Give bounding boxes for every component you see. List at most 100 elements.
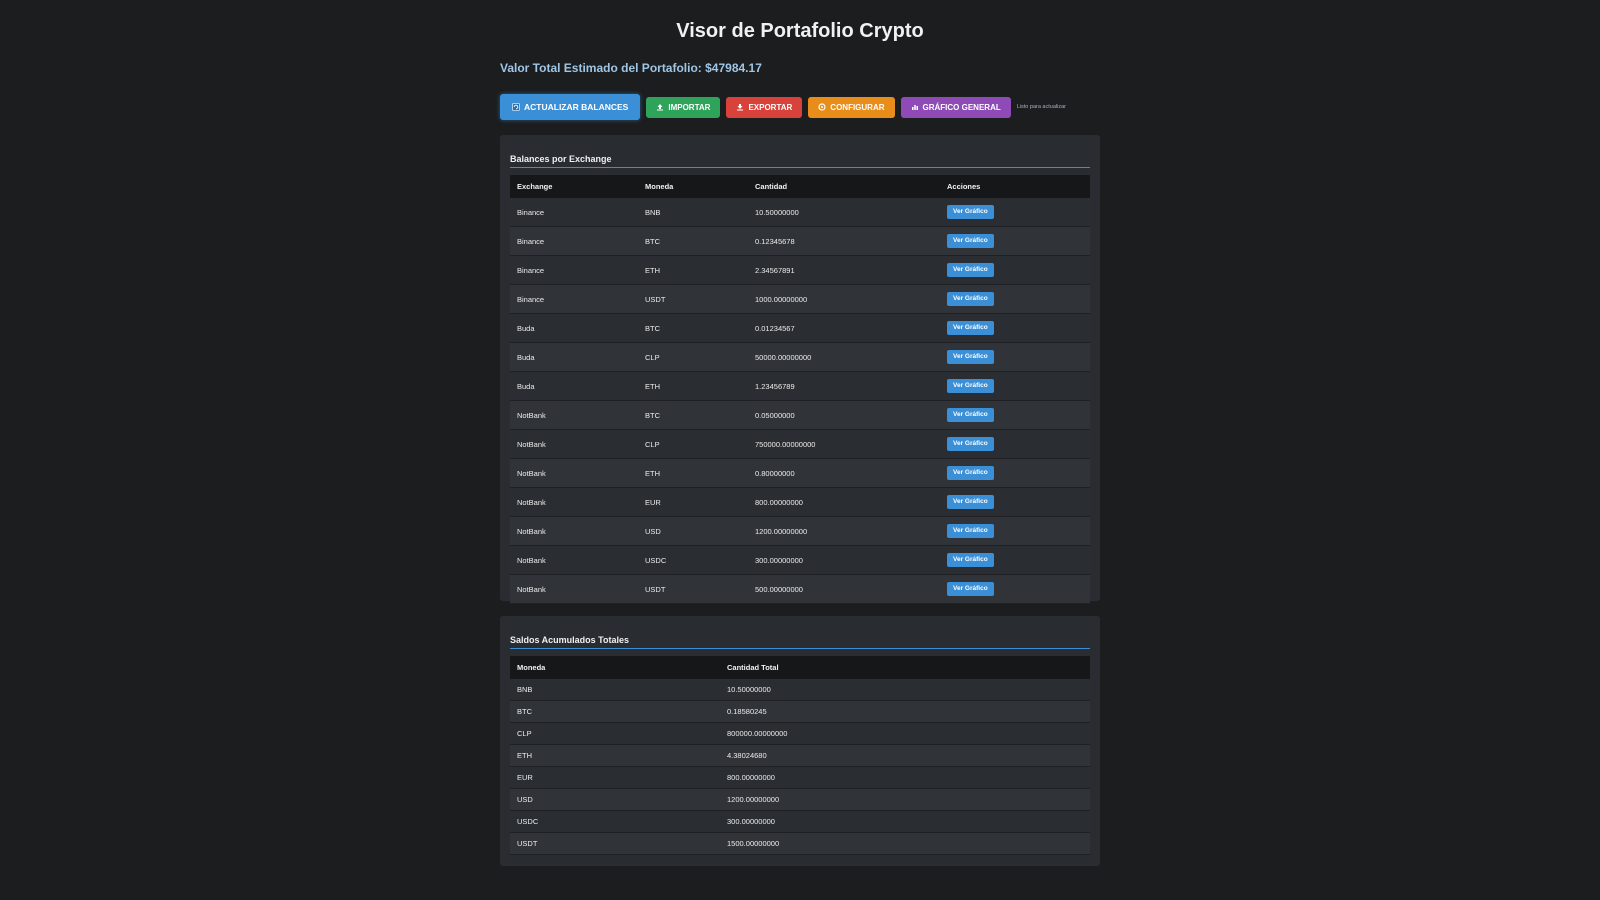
- coin-cell: USDT: [638, 284, 748, 314]
- exchange-cell: Binance: [510, 284, 638, 314]
- exchange-cell: NotBank: [510, 400, 638, 430]
- refresh-icon: [512, 103, 520, 111]
- export-button[interactable]: EXPORTAR: [726, 96, 803, 118]
- total-amount-cell: 4.38024680: [720, 744, 1090, 767]
- totals-header-row: Moneda Cantidad Total: [510, 656, 1090, 679]
- amount-cell: 1.23456789: [748, 371, 940, 401]
- exchange-cell: Buda: [510, 313, 638, 343]
- exchange-cell: Binance: [510, 255, 638, 285]
- amount-cell: 0.12345678: [748, 226, 940, 256]
- table-row: NotBank CLP 750000.00000000 Ver Gráfico: [510, 429, 1090, 459]
- view-chart-button[interactable]: Ver Gráfico: [947, 292, 994, 306]
- coin-cell: CLP: [510, 722, 720, 745]
- actions-cell: Ver Gráfico: [940, 226, 1090, 256]
- actions-cell: Ver Gráfico: [940, 255, 1090, 285]
- view-chart-button[interactable]: Ver Gráfico: [947, 524, 994, 538]
- coin-cell: USDT: [510, 832, 720, 855]
- coin-cell: EUR: [510, 766, 720, 789]
- coin-cell: CLP: [638, 429, 748, 459]
- coin-cell: ETH: [510, 744, 720, 767]
- balances-card: Balances por Exchange Exchange Moneda Ca…: [500, 135, 1100, 604]
- coin-cell: BTC: [638, 313, 748, 343]
- totals-card: Saldos Acumulados Totales Moneda Cantida…: [500, 616, 1100, 866]
- balances-title: Balances por Exchange: [510, 145, 1090, 168]
- page: Visor de Portafolio Crypto Valor Total E…: [500, 0, 1100, 866]
- amount-cell: 50000.00000000: [748, 342, 940, 372]
- total-amount-cell: 0.18580245: [720, 700, 1090, 723]
- total-amount-cell: 1200.00000000: [720, 788, 1090, 811]
- actions-cell: Ver Gráfico: [940, 545, 1090, 575]
- view-chart-button[interactable]: Ver Gráfico: [947, 495, 994, 509]
- configure-label: CONFIGURAR: [830, 102, 885, 112]
- view-chart-button[interactable]: Ver Gráfico: [947, 234, 994, 248]
- amount-cell: 0.01234567: [748, 313, 940, 343]
- view-chart-button[interactable]: Ver Gráfico: [947, 321, 994, 335]
- refresh-balances-button[interactable]: ACTUALIZAR BALANCES: [500, 94, 641, 120]
- view-chart-button[interactable]: Ver Gráfico: [947, 466, 994, 480]
- exchange-cell: Binance: [510, 198, 638, 227]
- view-chart-button[interactable]: Ver Gráfico: [947, 408, 994, 422]
- table-row: Binance ETH 2.34567891 Ver Gráfico: [510, 255, 1090, 285]
- coin-cell: ETH: [638, 371, 748, 401]
- coin-cell: USD: [638, 516, 748, 546]
- amount-cell: 2.34567891: [748, 255, 940, 285]
- coin-cell: ETH: [638, 458, 748, 488]
- actions-cell: Ver Gráfico: [940, 400, 1090, 430]
- view-chart-button[interactable]: Ver Gráfico: [947, 437, 994, 451]
- amount-cell: 800.00000000: [748, 487, 940, 517]
- chart-icon: [911, 103, 919, 111]
- coin-cell: BNB: [638, 198, 748, 227]
- view-chart-button[interactable]: Ver Gráfico: [947, 379, 994, 393]
- coin-cell: USD: [510, 788, 720, 811]
- table-row: Binance BTC 0.12345678 Ver Gráfico: [510, 226, 1090, 256]
- actions-cell: Ver Gráfico: [940, 342, 1090, 372]
- exchange-cell: Buda: [510, 371, 638, 401]
- coin-cell: BTC: [638, 400, 748, 430]
- column-header: Acciones: [940, 175, 1090, 198]
- import-button[interactable]: IMPORTAR: [646, 96, 721, 118]
- column-header: Exchange: [510, 175, 638, 198]
- exchange-cell: NotBank: [510, 545, 638, 575]
- view-chart-button[interactable]: Ver Gráfico: [947, 263, 994, 277]
- view-chart-button[interactable]: Ver Gráfico: [947, 350, 994, 364]
- coin-cell: USDT: [638, 574, 748, 604]
- amount-cell: 500.00000000: [748, 574, 940, 604]
- upload-icon: [656, 103, 664, 111]
- amount-cell: 0.05000000: [748, 400, 940, 430]
- table-row: BNB 10.50000000: [510, 679, 1090, 701]
- amount-cell: 10.50000000: [748, 198, 940, 227]
- totals-title: Saldos Acumulados Totales: [510, 626, 1090, 649]
- table-row: USDT 1500.00000000: [510, 832, 1090, 855]
- column-header: Moneda: [638, 175, 748, 198]
- general-chart-button[interactable]: GRÁFICO GENERAL: [900, 96, 1011, 118]
- view-chart-button[interactable]: Ver Gráfico: [947, 582, 994, 596]
- table-row: NotBank USDC 300.00000000 Ver Gráfico: [510, 545, 1090, 575]
- coin-cell: USDC: [638, 545, 748, 575]
- total-amount-cell: 10.50000000: [720, 679, 1090, 701]
- table-row: EUR 800.00000000: [510, 766, 1090, 789]
- actions-cell: Ver Gráfico: [940, 516, 1090, 546]
- table-row: NotBank EUR 800.00000000 Ver Gráfico: [510, 487, 1090, 517]
- actions-cell: Ver Gráfico: [940, 198, 1090, 227]
- export-label: EXPORTAR: [748, 102, 793, 112]
- refresh-balances-label: ACTUALIZAR BALANCES: [524, 102, 629, 112]
- totals-table: Moneda Cantidad Total BNB 10.50000000 BTC 0…: [510, 656, 1090, 855]
- configure-button[interactable]: CONFIGURAR: [808, 96, 895, 118]
- gear-icon: [818, 103, 826, 111]
- exchange-cell: NotBank: [510, 487, 638, 517]
- general-chart-label: GRÁFICO GENERAL: [922, 102, 1001, 112]
- view-chart-button[interactable]: Ver Gráfico: [947, 205, 994, 219]
- portfolio-total: Valor Total Estimado del Portafolio: $47…: [500, 61, 762, 75]
- table-row: Buda CLP 50000.00000000 Ver Gráfico: [510, 342, 1090, 372]
- exchange-cell: NotBank: [510, 458, 638, 488]
- table-row: Binance BNB 10.50000000 Ver Gráfico: [510, 198, 1090, 227]
- toolbar: ACTUALIZAR BALANCES IMPORTAR EXPORTAR CO…: [500, 94, 1100, 120]
- total-amount-cell: 800.00000000: [720, 766, 1090, 789]
- actions-cell: Ver Gráfico: [940, 487, 1090, 517]
- download-icon: [736, 103, 744, 111]
- actions-cell: Ver Gráfico: [940, 429, 1090, 459]
- exchange-cell: NotBank: [510, 429, 638, 459]
- table-row: NotBank BTC 0.05000000 Ver Gráfico: [510, 400, 1090, 430]
- view-chart-button[interactable]: Ver Gráfico: [947, 553, 994, 567]
- balances-header-row: Exchange Moneda Cantidad Acciones: [510, 175, 1090, 198]
